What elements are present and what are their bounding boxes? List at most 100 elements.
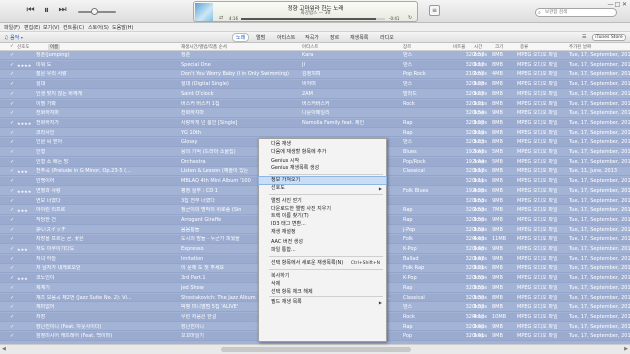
context-menu-item[interactable]: 트랙 이름 찾기(T) [259,213,386,220]
row-check[interactable]: ✓ [10,236,15,243]
menu-store[interactable]: 스토어(S) [88,24,109,31]
row-check[interactable]: ✓ [10,120,15,127]
context-menu-item[interactable]: 필드 재생 목록 ▶ [259,299,386,306]
context-menu-item[interactable]: 앨범 사진 얻기 [259,198,386,205]
column-kind[interactable]: 종류 [520,44,528,50]
up-next-list-icon[interactable]: ≡ [429,5,440,16]
row-check[interactable]: ✓ [10,52,15,59]
close-icon[interactable]: ✕ [621,1,628,8]
tab-songs[interactable]: 노래 [232,33,250,42]
row-check[interactable]: ✓ [10,265,15,272]
context-menu-item[interactable]: 다음에 재생할 항목에 추가 [259,149,386,156]
source-selector[interactable]: ♫ 음악 ▾ [4,34,23,41]
next-track-icon[interactable]: ⏭ [57,5,68,16]
tab-playlists[interactable]: 재생목록 [350,34,368,41]
row-check[interactable]: ✓ [10,304,15,311]
tab-albums[interactable]: 앨범 [256,34,265,41]
row-check[interactable]: ✓ [10,207,15,214]
row-check[interactable]: ✓ [10,168,15,175]
row-rating[interactable]: ★★★★ [17,62,37,69]
row-check[interactable]: ✓ [10,256,15,263]
row-check[interactable]: ✓ [10,217,15,224]
song-row[interactable]: ✓ 젊은 우리 사랑 Don't You Worry Baby (I in Only… [0,70,630,80]
pause-button[interactable]: ⏸ [40,4,53,17]
column-date-added[interactable]: 추가된 날짜 [569,44,591,50]
row-check[interactable]: ✓ [10,227,15,234]
song-row[interactable]: ✓ 전화하지마 전화하지마 나윤아페일리 320kbps 3:54 9MB MPEG 오디오 … [0,109,630,119]
row-check[interactable]: ✓ [10,91,15,98]
context-menu-item[interactable]: 재생 재설정 [259,229,386,236]
column-bitrate[interactable]: 비트율 [453,44,465,50]
row-check[interactable]: ✓ [10,324,15,331]
itunes-store-button[interactable]: iTunes Store [592,34,626,41]
row-rating[interactable]: ★★★★ [17,120,37,127]
row-check[interactable]: ✓ [10,188,15,195]
context-menu-item[interactable]: 삭제 [259,281,386,288]
column-artist[interactable]: 아티스트 [302,44,319,50]
row-check[interactable]: ✓ [10,81,15,88]
maximize-icon[interactable]: □ [614,1,621,8]
column-rating[interactable]: 선호도 [17,44,29,50]
menu-file[interactable]: 파일(F) [4,24,20,31]
song-row[interactable]: ✓ 이별 가봐 버스커 버스커 1집 버스커버스커 Rock 320kbps 3:21 8MB… [0,99,630,109]
shuffle-icon[interactable]: ⇄ [219,15,223,21]
row-rating[interactable]: ★★★ [17,168,37,175]
search-box[interactable]: ⌕ [535,8,617,17]
row-rating[interactable]: ★★★ [17,207,37,214]
horizontal-scrollbar[interactable]: ◀ ▶ [0,344,630,354]
context-menu-item[interactable]: 정보 가져오기 [258,176,387,186]
context-menu-item[interactable]: 다음 재생 [259,141,386,148]
row-check[interactable]: ✓ [10,246,15,253]
row-check[interactable]: ✓ [10,71,15,78]
search-input[interactable] [545,9,615,16]
column-genre[interactable]: 장르 [403,44,411,50]
tab-genres[interactable]: 장르 [330,34,339,41]
song-row[interactable]: ✓ 인생 맞지 않는 바께게 Saint O'clock 2AM 발라드 320kbps 3… [0,89,630,99]
context-menu-item[interactable]: 복사하기 [259,273,386,280]
row-check[interactable]: ✓ [10,130,15,137]
menu-edit[interactable]: 편집(E) [24,24,40,31]
song-row[interactable]: ✓ ★★★★ 전화하지가 사랑하게 넌 봄인 [Single] Namolla Fami… [0,118,630,128]
row-rating[interactable]: ★★★ [17,275,37,282]
context-menu-item[interactable]: 선호도 ▶ [259,185,386,192]
context-menu-item[interactable]: 선택 항목에서 새로운 재생목록(N) Ctrl+Shift+N [259,260,386,267]
song-row[interactable]: ✓ 절대 절대 (Digital Single) 비어머 댄스 320kbps 3:28 8M… [0,80,630,89]
menu-view[interactable]: 보기(V) [43,24,60,31]
row-check[interactable]: ✓ [10,285,15,292]
column-time[interactable]: 시간 [474,44,482,50]
row-check[interactable]: ✓ [10,159,15,166]
column-size[interactable]: 크기 [495,44,503,50]
row-check[interactable]: ✓ [10,295,15,302]
previous-track-icon[interactable]: ⏮ [25,5,36,16]
row-check[interactable]: ✓ [10,101,15,108]
row-check[interactable]: ✓ [10,275,15,282]
album-art[interactable] [195,3,213,21]
row-rating[interactable]: ★★★ [17,246,37,253]
volume-slider-knob[interactable] [91,8,98,15]
context-menu-item[interactable]: AAC 버전 생성 [259,239,386,246]
row-check[interactable]: ✓ [10,110,15,117]
column-name[interactable]: 이름 [48,44,61,50]
row-check[interactable]: ✓ [10,333,15,340]
context-menu-item[interactable]: Genius 시작 [259,158,386,165]
song-row[interactable]: ✓ 코리사인 YG 10th Rap 320kbps 3:19 8MB MPEG 오디오 파일… [0,128,630,138]
row-check[interactable]: ✓ [10,314,15,321]
tab-composers[interactable]: 작곡가 [305,34,319,41]
repeat-icon[interactable]: ↻ [408,15,412,21]
row-check[interactable]: ✓ [10,62,15,69]
row-check[interactable]: ✓ [10,198,15,205]
song-row[interactable]: ✓ ★★★★ 미워 도 Special One JI 댄스 320kbps 3:17 8MB MP… [0,60,630,70]
tab-artists[interactable]: 아티스트 [277,34,295,41]
row-check[interactable]: ✓ [10,139,15,146]
context-menu-item[interactable]: 다운로드한 앨범 사진 지우기 [259,206,386,213]
menu-controls[interactable]: 컨트롤(C) [63,24,84,31]
column-check[interactable]: ✓ [10,44,14,49]
context-menu-item[interactable]: ID3 태그 변환... [259,221,386,228]
context-menu-item[interactable]: 선택 항목 체크 해제 [259,289,386,296]
playback-progress[interactable] [241,18,385,20]
scroll-right-icon[interactable]: ▶ [624,346,628,352]
song-row[interactable]: ✓ 청춘(Jumping) 청춘 Kara 댄스 320kbps 2:57 8MB MPEG 오… [0,51,630,60]
menu-help[interactable]: 도움말(H) [112,24,133,31]
scroll-left-icon[interactable]: ◀ [2,346,6,352]
scrollbar-thumb[interactable] [221,347,411,352]
